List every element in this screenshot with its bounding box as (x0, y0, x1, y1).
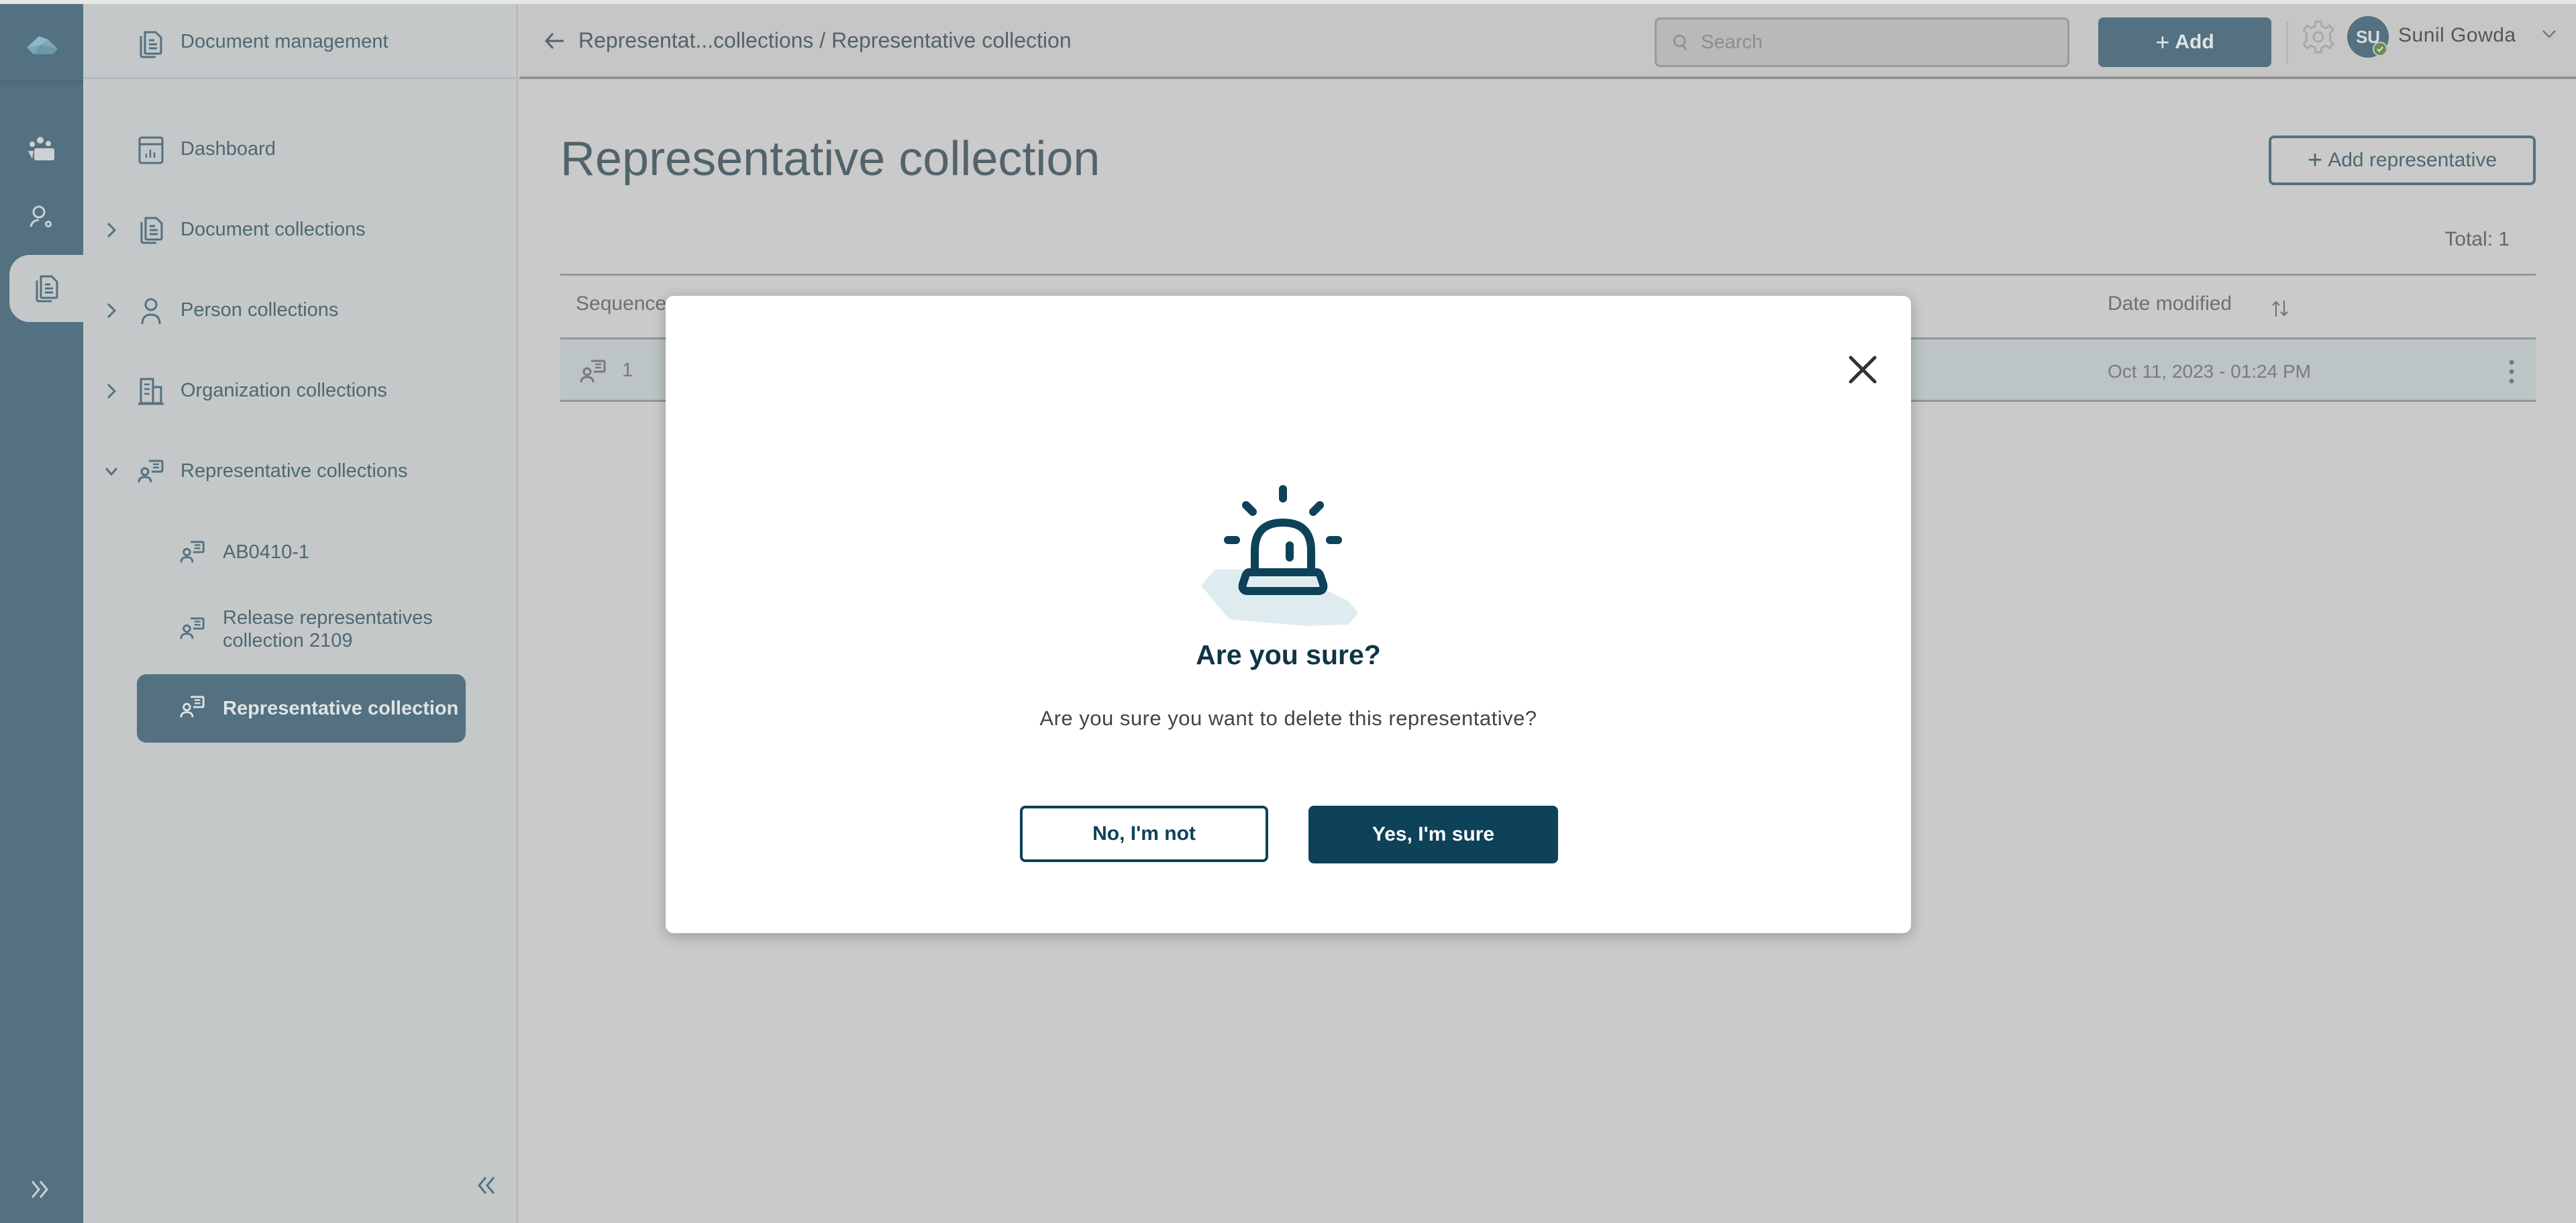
row-date-modified: Oct 11, 2023 - 01:24 PM (2108, 361, 2311, 382)
search-icon (1673, 34, 1688, 51)
search-input[interactable] (1701, 28, 2050, 57)
representative-icon (180, 541, 205, 563)
sidebar-subitem-label: AB0410-1 (223, 541, 309, 563)
rail-divider (0, 81, 83, 87)
documents-icon (36, 275, 58, 303)
sidebar-subitem-release-representatives[interactable]: Release representatives collection 2109 (137, 596, 466, 663)
online-status-badge (2373, 42, 2387, 56)
sidebar-title: Document management (181, 31, 389, 52)
icon-rail (0, 4, 83, 1223)
representative-icon (138, 460, 164, 483)
representative-icon (180, 696, 205, 718)
sort-icon[interactable] (2268, 297, 2292, 321)
chevron-down-icon[interactable] (103, 462, 119, 482)
rail-item-people[interactable] (0, 117, 83, 184)
alarm-siren-icon (1201, 485, 1358, 626)
column-header-sequence[interactable]: Sequence (576, 293, 666, 315)
more-options-icon[interactable] (2506, 357, 2517, 386)
user-settings-icon (30, 205, 52, 227)
sidebar-item-document-collections[interactable]: Document collections (83, 207, 517, 254)
breadcrumb-separator: / (813, 28, 832, 52)
sidebar-header: Document management (83, 4, 517, 79)
sidebar-subitem-label: Representative collection (223, 698, 459, 719)
sidebar-subitem-label: Release representatives collection 2109 (223, 607, 433, 651)
table-top-border (560, 274, 2536, 276)
sidebar-item-person-collections[interactable]: Person collections (83, 287, 517, 334)
settings-gear-icon[interactable] (2301, 19, 2336, 55)
search-box[interactable] (1655, 17, 2069, 67)
sidebar-item-organization-collections[interactable]: Organization collections (83, 368, 517, 415)
plus-icon: + (2307, 146, 2323, 174)
logo-icon[interactable] (25, 34, 59, 57)
person-icon (141, 298, 161, 325)
top-header: Representat...collections / Representati… (519, 4, 2576, 79)
header-divider (2286, 21, 2288, 63)
documents-icon (140, 31, 162, 58)
chevron-right-icon[interactable] (103, 381, 119, 401)
add-button[interactable]: + Add (2098, 17, 2271, 67)
representative-icon (180, 617, 205, 639)
total-count: Total: 1 (2444, 228, 2510, 250)
sidebar-item-label: Person collections (181, 299, 339, 321)
sidebar-item-label: Representative collections (181, 460, 408, 482)
breadcrumb-current: Representative collection (831, 28, 1072, 52)
breadcrumb-parent-link[interactable]: Representat...collections (578, 28, 813, 52)
row-sequence: 1 (622, 360, 633, 381)
sidebar: Document management Dashboard Document c… (83, 4, 518, 1223)
cancel-button[interactable]: No, I'm not (1020, 806, 1268, 862)
chevron-right-icon[interactable] (103, 220, 119, 240)
dashboard-icon (138, 136, 164, 164)
documents-icon (140, 217, 163, 244)
representative-icon (580, 360, 606, 383)
dialog-title: Are you sure? (1196, 639, 1381, 670)
column-header-date-modified[interactable]: Date modified (2108, 293, 2232, 315)
back-arrow-icon[interactable] (544, 31, 566, 51)
close-icon[interactable] (1845, 352, 1880, 387)
user-name[interactable]: Sunil Gowda (2398, 24, 2516, 47)
add-representative-label: Add representative (2328, 149, 2497, 171)
sidebar-subitem-representative-collection[interactable]: Representative collection (137, 674, 466, 743)
building-icon (138, 378, 164, 405)
sidebar-item-label: Organization collections (181, 380, 387, 401)
chevron-down-icon[interactable] (2540, 27, 2558, 42)
breadcrumb: Representat...collections / Representati… (578, 28, 1072, 53)
sidebar-item-label: Document collections (181, 219, 366, 240)
page-title: Representative collection (560, 132, 1100, 186)
sidebar-item-dashboard[interactable]: Dashboard (83, 126, 517, 173)
chevron-right-icon[interactable] (103, 301, 119, 321)
confirm-delete-dialog: Are you sure? Are you sure you want to d… (666, 296, 1911, 933)
collapse-sidebar-icon[interactable] (472, 1172, 499, 1199)
sidebar-subitem-ab0410-1[interactable]: AB0410-1 (137, 529, 466, 576)
rail-item-user-settings[interactable] (0, 185, 83, 252)
sidebar-item-label: Dashboard (181, 138, 276, 160)
rail-item-documents[interactable] (9, 255, 83, 322)
users-folder-icon (28, 137, 54, 160)
sidebar-item-representative-collections[interactable]: Representative collections (83, 448, 517, 495)
plus-icon: + (2155, 28, 2170, 56)
add-representative-button[interactable]: + Add representative (2269, 136, 2536, 185)
expand-rail-icon[interactable] (27, 1176, 54, 1203)
dialog-message: Are you sure you want to delete this rep… (1039, 706, 1537, 730)
add-button-label: Add (2175, 31, 2214, 53)
confirm-button[interactable]: Yes, I'm sure (1308, 806, 1558, 863)
